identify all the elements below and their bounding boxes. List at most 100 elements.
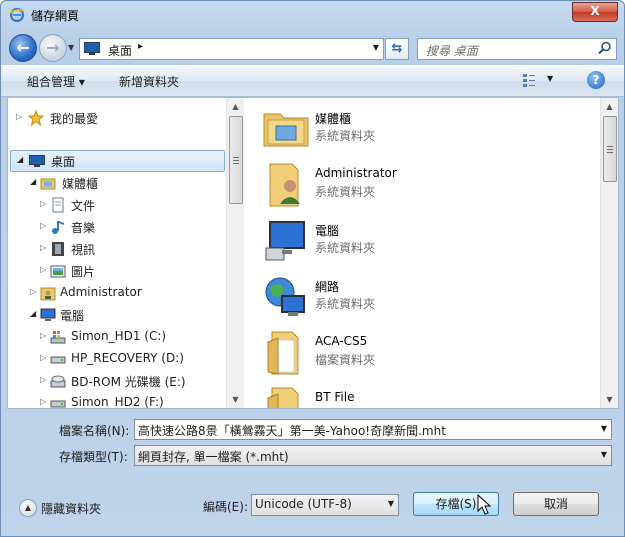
tree-item-drive-e[interactable]: ▷ BD-ROM 光碟機 (E:) [8, 371, 218, 391]
expand-arrow-icon[interactable]: ▷ [40, 243, 46, 252]
title-bar: 儲存網頁 X [1, 1, 624, 29]
tree-item-drive-f[interactable]: ▷ Simon_HD2 (F:) [8, 393, 218, 408]
tree-item-video[interactable]: ▷ 視訊 [8, 239, 218, 259]
document-icon [52, 197, 64, 213]
search-placeholder: 搜尋 桌面 [426, 44, 478, 58]
desktop-icon [29, 155, 45, 167]
picture-icon [50, 265, 66, 278]
tree-item-label: 電腦 [60, 309, 85, 323]
filename-value[interactable]: 高快速公路8景「橫鶯霧天」第一美-Yahoo!奇摩新聞.mht [138, 422, 446, 439]
encoding-dropdown-icon[interactable]: ▼ [388, 499, 394, 508]
tree-item-libraries[interactable]: ◢ 媒體櫃 [8, 173, 218, 193]
encoding-select[interactable]: Unicode (UTF-8) ▼ [251, 494, 399, 516]
file-item-bt-file[interactable]: BT File [258, 384, 588, 408]
tree-item-label: 我的最愛 [50, 112, 99, 126]
file-item-computer[interactable]: 電腦 系統資料夾 [258, 216, 588, 266]
search-icon[interactable] [598, 41, 612, 55]
expand-arrow-icon[interactable]: ▷ [40, 397, 46, 406]
filetype-select[interactable]: 網頁封存, 單一檔案 (*.mht) ▼ [134, 445, 612, 466]
expand-arrow-icon[interactable]: ▷ [40, 375, 46, 384]
tree-item-computer[interactable]: ◢ 電腦 [8, 305, 218, 325]
save-form: 檔案名稱(N): 高快速公路8景「橫鶯霧天」第一美-Yahoo!奇摩新聞.mht… [1, 409, 624, 536]
new-folder-button[interactable]: 新增資料夾 [119, 73, 179, 90]
music-icon [52, 221, 64, 234]
window-title: 儲存網頁 [31, 9, 80, 23]
refresh-icon: ⇆ [391, 41, 403, 56]
collapse-arrow-icon[interactable]: ◢ [30, 177, 36, 186]
expand-arrow-icon[interactable]: ▷ [40, 265, 46, 274]
scroll-up-arrow-icon[interactable]: ▲ [227, 98, 244, 115]
file-list-pane[interactable]: 媒體櫃 系統資料夾 Administrator 系統資料夾 電腦 系統資料夾 網… [244, 97, 619, 409]
file-item-network[interactable]: 網路 系統資料夾 [258, 272, 588, 322]
file-item-aca-cs5[interactable]: ACA-CS5 檔案資料夾 [258, 328, 588, 378]
views-dropdown-icon[interactable]: ▼ [547, 74, 553, 83]
tree-item-music[interactable]: ▷ 音樂 [8, 217, 218, 237]
forward-button[interactable]: → [39, 34, 67, 62]
help-button[interactable]: ? [587, 71, 605, 89]
tree-item-label: 視訊 [71, 243, 96, 257]
tree-item-label: HP_RECOVERY (D:) [71, 351, 184, 365]
desktop-icon [84, 42, 100, 55]
folder-icon [267, 387, 299, 408]
refresh-button[interactable]: ⇆ [385, 38, 409, 60]
tree-item-documents[interactable]: ▷ 文件 [8, 195, 218, 215]
address-row: ← → ▼ 桌面 ▸ ▼ ⇆ 搜尋 桌面 [1, 31, 624, 65]
address-dropdown-icon[interactable]: ▼ [373, 43, 379, 52]
navigation-scrollbar[interactable]: ▲ ▼ [226, 98, 244, 408]
tree-item-administrator[interactable]: ▷ Administrator [8, 283, 218, 303]
address-path[interactable]: 桌面 [108, 42, 132, 59]
save-webpage-dialog: 儲存網頁 X ← → ▼ 桌面 ▸ ▼ ⇆ 搜尋 桌面 組合管理 ▾ 新增資料夾 [0, 0, 625, 537]
scroll-thumb[interactable] [229, 116, 243, 204]
file-name: ACA-CS5 [315, 334, 368, 348]
user-folder-icon [40, 287, 56, 301]
tree-item-label: Simon_HD1 (C:) [71, 329, 167, 343]
expand-arrow-icon[interactable]: ▷ [40, 353, 46, 362]
scroll-up-arrow-icon[interactable]: ▲ [601, 98, 618, 115]
close-icon: X [590, 4, 600, 18]
expand-arrow-icon[interactable]: ▷ [30, 287, 36, 296]
computer-icon [40, 308, 56, 321]
expand-arrow-icon[interactable]: ▷ [40, 221, 46, 230]
close-button[interactable]: X [572, 2, 618, 22]
filetype-dropdown-icon[interactable]: ▼ [601, 450, 607, 459]
navigation-pane[interactable]: ▷ 我的最愛 ◢ 桌面 ◢ 媒體櫃 ▷ 文件 ▷ 音樂 ▷ 視訊 ▷ 圖片 ▷ … [7, 97, 245, 409]
tree-item-desktop[interactable]: ◢ 桌面 [10, 150, 225, 172]
breadcrumb-chevron-icon[interactable]: ▸ [138, 41, 143, 52]
views-icon[interactable] [522, 73, 536, 87]
filename-label: 檔案名稱(N): [59, 424, 130, 438]
tree-item-label: 文件 [71, 199, 96, 213]
folder-icon [267, 331, 299, 375]
library-icon [40, 178, 56, 190]
filename-input[interactable]: 高快速公路8景「橫鶯霧天」第一美-Yahoo!奇摩新聞.mht ▼ [134, 419, 612, 440]
tree-item-favorites[interactable]: ▷ 我的最愛 [8, 108, 218, 128]
back-arrow-icon: ← [16, 38, 30, 57]
organize-button[interactable]: 組合管理 ▾ [27, 73, 85, 90]
tree-item-label: 桌面 [51, 155, 76, 169]
help-icon: ? [592, 73, 600, 87]
scroll-down-arrow-icon[interactable]: ▼ [227, 391, 244, 408]
collapse-arrow-icon[interactable]: ◢ [30, 309, 36, 318]
hide-folders-label: 隱藏資料夾 [41, 502, 102, 516]
filename-dropdown-icon[interactable]: ▼ [601, 424, 607, 433]
tree-item-pictures[interactable]: ▷ 圖片 [8, 261, 218, 281]
tree-item-drive-c[interactable]: ▷ Simon_HD1 (C:) [8, 327, 218, 347]
chevron-up-icon: ▲ [19, 499, 37, 517]
tree-item-drive-d[interactable]: ▷ HP_RECOVERY (D:) [8, 349, 218, 369]
expand-arrow-icon[interactable]: ▷ [40, 199, 46, 208]
file-item-administrator[interactable]: Administrator 系統資料夾 [258, 160, 588, 210]
collapse-arrow-icon[interactable]: ◢ [17, 155, 23, 164]
expand-arrow-icon[interactable]: ▷ [40, 331, 46, 340]
recent-pages-dropdown-icon[interactable]: ▼ [68, 43, 74, 52]
computer-icon [265, 221, 305, 261]
video-icon [52, 242, 64, 256]
network-icon [265, 277, 305, 316]
expand-arrow-icon[interactable]: ▷ [16, 112, 22, 121]
back-button[interactable]: ← [9, 34, 37, 62]
scroll-down-arrow-icon[interactable]: ▼ [601, 391, 618, 408]
scroll-thumb[interactable] [603, 116, 617, 182]
cancel-button[interactable]: 取消 [513, 492, 599, 516]
file-item-libraries[interactable]: 媒體櫃 系統資料夾 [258, 104, 588, 154]
address-bar[interactable]: 桌面 ▸ ▼ [79, 38, 384, 60]
search-input[interactable]: 搜尋 桌面 [417, 38, 617, 60]
file-list-scrollbar[interactable]: ▲ ▼ [600, 98, 618, 408]
